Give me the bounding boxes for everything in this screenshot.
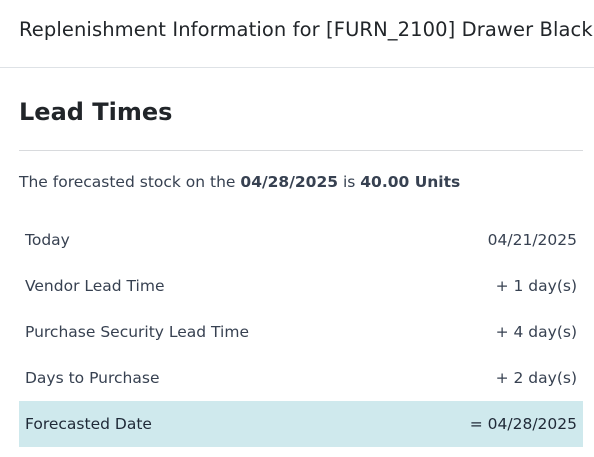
forecast-sentence: The forecasted stock on the 04/28/2025 i… [19,173,460,191]
forecast-quantity: 40.00 Units [360,173,461,191]
row-value: 04/21/2025 [487,231,577,249]
row-value: + 1 day(s) [495,277,577,295]
row-value: + 4 day(s) [495,323,577,341]
row-label: Days to Purchase [25,369,160,387]
lead-times-table: Today 04/21/2025 Vendor Lead Time + 1 da… [19,217,583,447]
row-vendor-lead-time: Vendor Lead Time + 1 day(s) [19,263,583,309]
modal-header: Replenishment Information for [FURN_2100… [0,0,594,68]
row-today: Today 04/21/2025 [19,217,583,263]
modal-title: Replenishment Information for [FURN_2100… [19,18,593,41]
forecast-middle: is [338,173,361,191]
section-divider [19,150,583,151]
row-days-to-purchase: Days to Purchase + 2 day(s) [19,355,583,401]
row-purchase-security-lead-time: Purchase Security Lead Time + 4 day(s) [19,309,583,355]
row-label: Today [25,231,70,249]
row-value: + 2 day(s) [495,369,577,387]
section-title-lead-times: Lead Times [19,98,173,126]
row-forecasted-date: Forecasted Date = 04/28/2025 [19,401,583,447]
row-label: Forecasted Date [25,415,152,433]
row-label: Vendor Lead Time [25,277,165,295]
row-label: Purchase Security Lead Time [25,323,249,341]
row-value: = 04/28/2025 [469,415,577,433]
forecast-date: 04/28/2025 [240,173,339,191]
forecast-prefix: The forecasted stock on the [19,173,241,191]
